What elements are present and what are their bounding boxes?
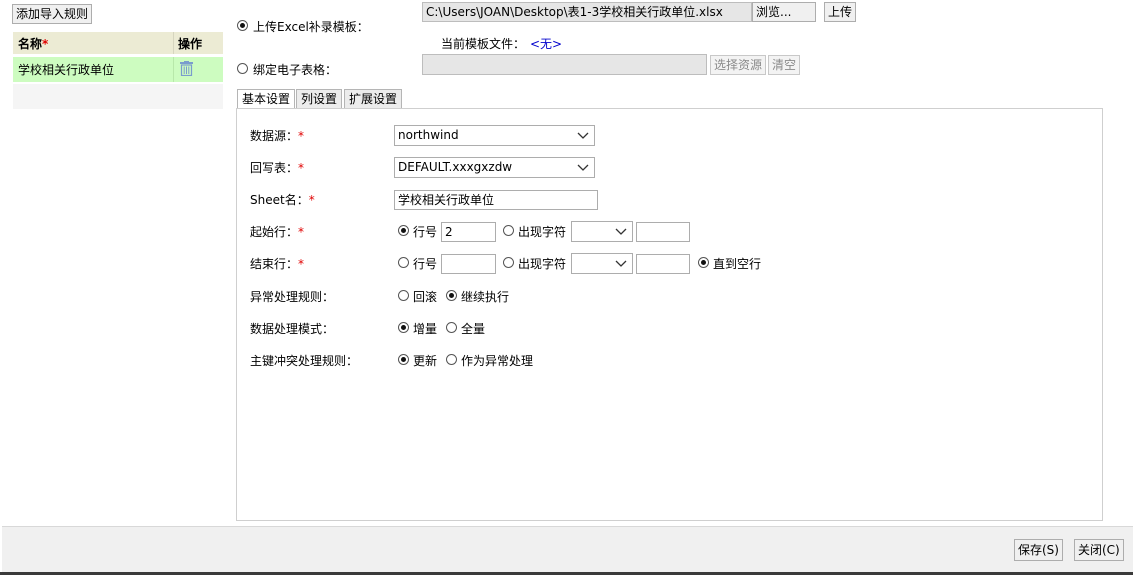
start-row-char-label: 出现字符: [518, 225, 567, 239]
start-row-char-select[interactable]: [571, 221, 633, 242]
end-row-char-input[interactable]: [636, 254, 690, 274]
until-empty-row-label: 直到空行: [713, 257, 762, 271]
bind-spreadsheet-radio[interactable]: [237, 63, 248, 74]
rule-name-cell: 学校相关行政单位: [18, 63, 115, 77]
datasource-select[interactable]: northwind: [394, 125, 595, 146]
tab-basic-settings[interactable]: 基本设置: [237, 89, 296, 110]
end-row-char-radio[interactable]: [503, 257, 514, 268]
end-row-label: 结束行：*: [250, 257, 305, 271]
continue-radio[interactable]: [446, 290, 457, 301]
rollback-radio[interactable]: [398, 290, 409, 301]
end-row-number-input[interactable]: [441, 254, 496, 274]
current-template-label: 当前模板文件：: [441, 37, 526, 51]
bind-spreadsheet-label: 绑定电子表格：: [253, 63, 338, 77]
col-name-header: 名称*: [18, 37, 49, 51]
add-import-rule-button[interactable]: 添加导入规则: [12, 4, 93, 24]
start-row-char-input[interactable]: [636, 222, 690, 242]
start-row-label: 起始行：*: [250, 225, 305, 239]
chevron-down-icon: [615, 228, 627, 235]
spreadsheet-resource-field: [422, 54, 707, 75]
incremental-radio[interactable]: [398, 322, 409, 333]
start-row-char-radio[interactable]: [503, 225, 514, 236]
datasource-label: 数据源：*: [250, 129, 305, 143]
upload-excel-label: 上传Excel补录模板：: [253, 20, 369, 34]
current-template-link[interactable]: <无>: [530, 36, 562, 52]
full-radio[interactable]: [446, 322, 457, 333]
start-row-number-input[interactable]: 2: [441, 222, 496, 242]
end-row-number-radio[interactable]: [398, 257, 409, 268]
upload-excel-radio[interactable]: [237, 20, 248, 31]
pk-conflict-label: 主键冲突处理规则：: [250, 354, 359, 368]
error-handling-label: 异常处理规则：: [250, 290, 335, 304]
file-path-field[interactable]: C:\Users\JOAN\Desktop\表1-3学校相关行政单位.xlsx: [422, 2, 752, 22]
table-row[interactable]: 学校相关行政单位: [13, 57, 223, 82]
chevron-down-icon: [577, 164, 589, 171]
chevron-down-icon: [615, 260, 627, 267]
sheet-name-input[interactable]: 学校相关行政单位: [394, 190, 598, 210]
browse-button[interactable]: 浏览...: [752, 2, 816, 22]
incremental-label: 增量: [413, 322, 438, 336]
writeback-table-select[interactable]: DEFAULT.xxxgxzdw: [394, 157, 595, 178]
update-radio[interactable]: [398, 354, 409, 365]
update-label: 更新: [413, 354, 438, 368]
continue-label: 继续执行: [461, 290, 510, 304]
tab-column-settings[interactable]: 列设置: [296, 89, 343, 109]
as-error-label: 作为异常处理: [461, 354, 534, 368]
rollback-label: 回滚: [413, 290, 438, 304]
dialog-footer: [2, 526, 1133, 573]
processing-mode-label: 数据处理模式：: [250, 322, 335, 336]
start-row-number-radio[interactable]: [398, 225, 409, 236]
clear-button[interactable]: 清空: [768, 55, 801, 75]
close-button[interactable]: 关闭(C): [1074, 539, 1124, 561]
until-empty-row-radio[interactable]: [698, 257, 709, 268]
end-row-char-label: 出现字符: [518, 257, 567, 271]
full-label: 全量: [461, 322, 486, 336]
tab-extended-settings[interactable]: 扩展设置: [344, 89, 403, 109]
sheet-name-label: Sheet名：*: [250, 193, 315, 207]
select-resource-button[interactable]: 选择资源: [710, 55, 767, 75]
writeback-table-label: 回写表：*: [250, 161, 305, 175]
start-row-number-label: 行号: [413, 225, 438, 239]
header-divider: [173, 32, 174, 54]
basic-settings-panel: [236, 108, 1103, 521]
rules-table-header: 名称* 操作: [13, 32, 223, 54]
save-button[interactable]: 保存(S): [1014, 539, 1063, 561]
row-divider: [173, 57, 174, 82]
col-action-header: 操作: [178, 37, 203, 51]
end-row-char-select[interactable]: [571, 253, 633, 274]
as-error-radio[interactable]: [446, 354, 457, 365]
end-row-number-label: 行号: [413, 257, 438, 271]
empty-row: [13, 84, 223, 109]
upload-button[interactable]: 上传: [824, 2, 857, 22]
trash-icon[interactable]: [180, 61, 193, 79]
chevron-down-icon: [577, 132, 589, 139]
